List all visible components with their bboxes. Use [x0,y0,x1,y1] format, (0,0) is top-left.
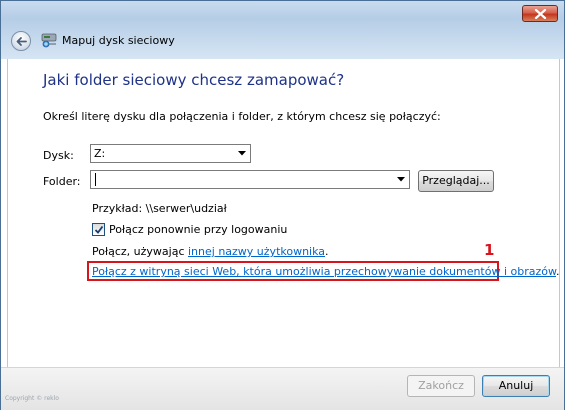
chevron-down-icon [238,151,246,156]
drive-dropdown-arrow[interactable] [234,145,250,162]
back-arrow-icon [16,37,27,46]
example-text: Przykład: \\serwer\udział [92,202,227,215]
page-heading: Jaki folder sieciowy chcesz zamapować? [43,71,345,89]
content-area [7,59,560,367]
window-title: Mapuj dysk sieciowy [62,34,175,47]
browse-button[interactable]: Przeglądaj... [418,170,494,192]
intro-text: Określ literę dysku dla połączenia i fol… [43,110,441,123]
footer-bar [1,367,564,410]
finish-button[interactable]: Zakończ [407,375,475,397]
connect-as-suffix: . [325,245,329,258]
close-button[interactable] [522,5,558,22]
connect-as-text: Połącz, używając innej nazwy użytkownika… [92,245,329,258]
checkmark-icon [94,225,104,234]
web-site-link[interactable]: Połącz z witryną sieci Web, która umożli… [92,265,556,278]
cancel-button[interactable]: Anuluj [482,375,550,397]
folder-dropdown-arrow[interactable] [393,171,409,188]
reconnect-checkbox[interactable] [92,223,105,236]
reconnect-label[interactable]: Połącz ponownie przy logowaniu [109,223,287,236]
chevron-down-icon [397,177,405,182]
web-site-link-line: Połącz z witryną sieci Web, która umożli… [92,265,560,278]
copyright-text: Copyright © reklo [5,395,59,402]
network-drive-icon [41,33,57,48]
text-caret [95,173,96,186]
title-bar [1,1,564,59]
annotation-marker: 1 [484,241,495,259]
back-button[interactable] [11,31,31,51]
folder-label: Folder: [43,175,81,188]
different-user-link[interactable]: innej nazwy użytkownika [188,245,325,258]
connect-as-prefix: Połącz, używając [92,245,188,258]
web-link-suffix: . [556,265,560,278]
close-icon [534,9,547,19]
folder-input[interactable] [90,170,410,189]
drive-select[interactable]: Z: [90,144,251,163]
drive-value: Z: [94,147,106,160]
drive-label: Dysk: [43,149,74,162]
map-network-drive-dialog: Mapuj dysk sieciowy Jaki folder sieciowy… [0,0,565,410]
